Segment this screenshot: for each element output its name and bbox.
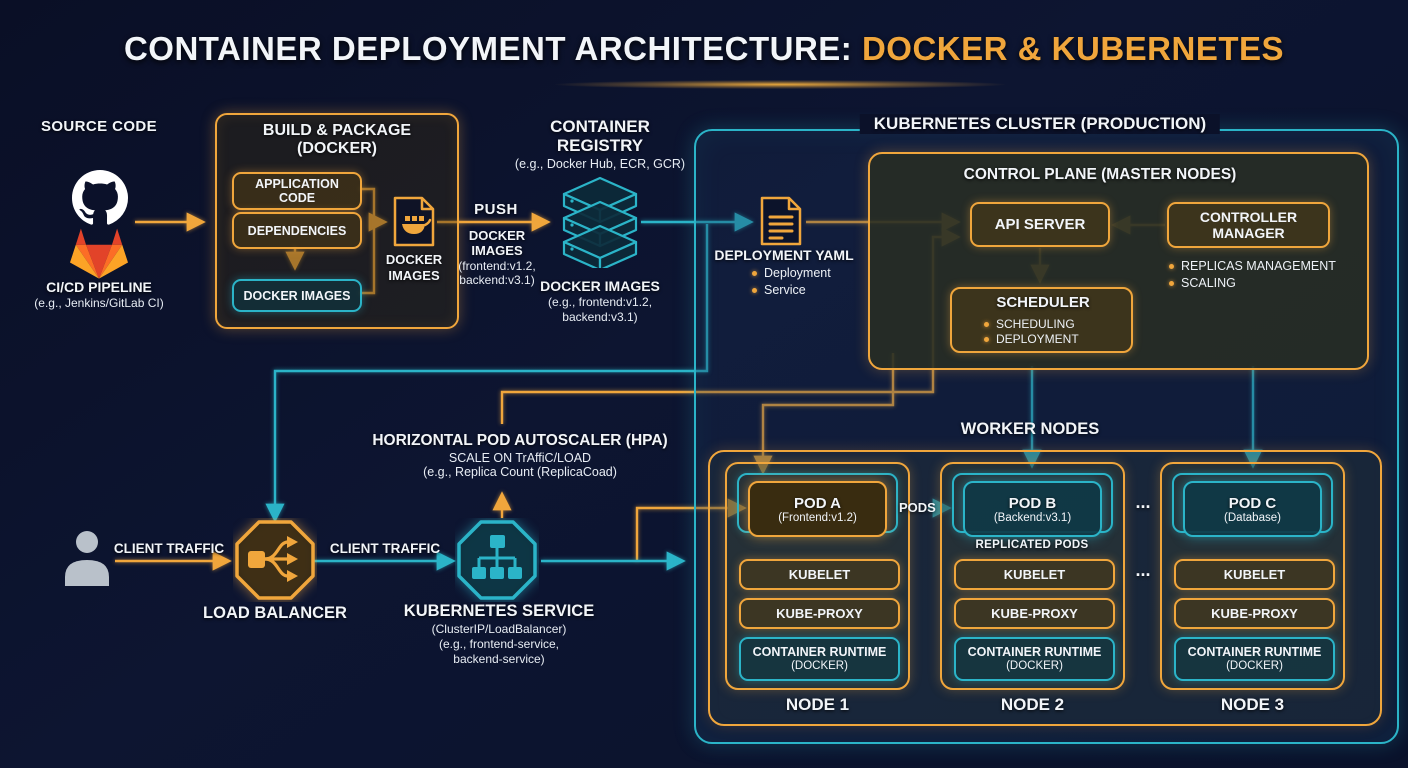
deployment-yaml-label: DEPLOYMENT YAML: [714, 247, 853, 263]
replicated-pods-label: REPLICATED PODS: [976, 539, 1089, 551]
runtime-sub: (DOCKER): [1226, 660, 1283, 674]
dependencies-box: DEPENDENCIES: [232, 212, 362, 249]
scheduler-bullets: SCHEDULING DEPLOYMENT: [984, 317, 1079, 349]
controller-manager-bullets: REPLICAS MANAGEMENT SCALING: [1169, 259, 1336, 293]
scheduler-box: SCHEDULER SCHEDULING DEPLOYMENT: [950, 287, 1133, 353]
worker-nodes-title: WORKER NODES: [961, 420, 1099, 439]
gitlab-icon: [68, 224, 130, 282]
bullet-dot: [752, 271, 757, 276]
cicd-pipeline-sub: (e.g., Jenkins/GitLab CI): [34, 296, 163, 310]
person-icon: [62, 530, 112, 586]
bullet-dot: [1169, 264, 1174, 269]
hpa-title: HORIZONTAL POD AUTOSCALER (HPA): [372, 432, 667, 450]
yaml-bullet: Deployment: [764, 266, 831, 280]
page-title-highlight: DOCKER & KUBERNETES: [862, 30, 1284, 67]
github-icon: [72, 170, 128, 226]
page-title: CONTAINER DEPLOYMENT ARCHITECTURE: DOCKE…: [124, 30, 1284, 68]
kubelet-box: KUBELET: [739, 559, 900, 590]
docker-image-file-icon: [392, 196, 436, 248]
docker-images-box: DOCKER IMAGES: [232, 279, 362, 312]
yaml-bullet: Service: [764, 283, 806, 297]
push-detail-sub: (frontend:v1.2, backend:v3.1): [458, 259, 535, 288]
cm-bullet: REPLICAS MANAGEMENT: [1181, 259, 1336, 273]
docker-images-output-label: DOCKER IMAGES: [386, 252, 442, 283]
registry-title: CONTAINER REGISTRY: [550, 117, 650, 155]
client-traffic-label-mid: CLIENT TRAFFIC: [330, 541, 440, 556]
kubelet-box: KUBELET: [954, 559, 1115, 590]
runtime-sub: (DOCKER): [1006, 660, 1063, 674]
registry-stack-icon: [558, 176, 642, 268]
kubelet-box: KUBELET: [1174, 559, 1335, 590]
kube-proxy-box: KUBE-PROXY: [739, 598, 900, 629]
kubernetes-service-icon: [455, 518, 539, 602]
title-glow-divider: [555, 80, 1005, 89]
application-code-box: APPLICATION CODE: [232, 172, 362, 210]
scheduler-bullet: SCHEDULING: [996, 317, 1075, 331]
pod-a-box: POD A (Frontend:v1.2): [748, 481, 887, 537]
worker-node-2: POD B (Backend:v3.1) KUBELET KUBE-PROXY …: [940, 462, 1125, 690]
client-traffic-label-left: CLIENT TRAFFIC: [114, 541, 224, 556]
hpa-line3: (e.g., Replica Count (ReplicaCoad): [423, 465, 617, 479]
container-runtime-box: CONTAINER RUNTIME (DOCKER): [739, 637, 900, 681]
yaml-bullets: Deployment Service: [752, 266, 831, 300]
pod-title: POD A: [794, 495, 841, 512]
api-server-box: API SERVER: [970, 202, 1110, 247]
node-label: NODE 2: [942, 695, 1123, 715]
load-balancer-icon: [233, 518, 317, 602]
cicd-pipeline-label: CI/CD PIPELINE: [46, 279, 152, 295]
pod-c-box: POD C (Database): [1183, 481, 1322, 537]
container-runtime-box: CONTAINER RUNTIME (DOCKER): [954, 637, 1115, 681]
worker-node-3: POD C (Database) KUBELET KUBE-PROXY CONT…: [1160, 462, 1345, 690]
bullet-dot: [1169, 281, 1174, 286]
pod-title: POD C: [1229, 495, 1277, 512]
yaml-file-icon: [758, 196, 804, 246]
runtime-title: CONTAINER RUNTIME: [968, 645, 1102, 660]
scheduler-bullet: DEPLOYMENT: [996, 332, 1079, 346]
registry-caption-title: DOCKER IMAGES: [540, 278, 660, 294]
worker-node-1: POD A (Frontend:v1.2) KUBELET KUBE-PROXY…: [725, 462, 910, 690]
kubernetes-service-sub: (ClusterIP/LoadBalancer) (e.g., frontend…: [432, 622, 567, 667]
pod-subtitle: (Backend:v3.1): [994, 512, 1071, 524]
scheduler-title: SCHEDULER: [996, 294, 1089, 311]
load-balancer-label: LOAD BALANCER: [203, 604, 347, 623]
pod-title: POD B: [1009, 495, 1057, 512]
runtime-title: CONTAINER RUNTIME: [1188, 645, 1322, 660]
pod-b-box: POD B (Backend:v3.1): [963, 481, 1102, 537]
push-label: PUSH: [474, 201, 518, 218]
diagram-canvas: CONTAINER DEPLOYMENT ARCHITECTURE: DOCKE…: [0, 0, 1408, 768]
cluster-title: KUBERNETES CLUSTER (PRODUCTION): [860, 114, 1220, 134]
pod-subtitle: (Database): [1224, 512, 1281, 524]
hpa-line2: SCALE ON TrAffiC/LOAD: [449, 451, 591, 465]
kubernetes-service-label: KUBERNETES SERVICE: [404, 602, 594, 621]
runtime-sub: (DOCKER): [791, 660, 848, 674]
ellipsis-top: ...: [1135, 492, 1150, 513]
runtime-title: CONTAINER RUNTIME: [753, 645, 887, 660]
kube-proxy-box: KUBE-PROXY: [954, 598, 1115, 629]
pod-subtitle: (Frontend:v1.2): [778, 512, 857, 524]
controller-manager-box: CONTROLLER MANAGER: [1167, 202, 1330, 248]
build-package-title: BUILD & PACKAGE (DOCKER): [222, 122, 452, 159]
container-runtime-box: CONTAINER RUNTIME (DOCKER): [1174, 637, 1335, 681]
push-detail-title: DOCKER IMAGES: [469, 229, 525, 259]
bullet-dot: [984, 337, 989, 342]
pods-label: PODS: [899, 500, 936, 515]
ellipsis-bottom: ...: [1135, 560, 1150, 581]
registry-subtitle: (e.g., Docker Hub, ECR, GCR): [515, 157, 685, 171]
registry-caption-sub: (e.g., frontend:v1.2, backend:v3.1): [548, 295, 652, 325]
page-title-prefix: CONTAINER DEPLOYMENT ARCHITECTURE:: [124, 30, 862, 67]
bullet-dot: [984, 322, 989, 327]
cm-bullet: SCALING: [1181, 276, 1236, 290]
kube-proxy-box: KUBE-PROXY: [1174, 598, 1335, 629]
node-label: NODE 3: [1162, 695, 1343, 715]
bullet-dot: [752, 288, 757, 293]
node-label: NODE 1: [727, 695, 908, 715]
control-plane-title: CONTROL PLANE (MASTER NODES): [964, 166, 1237, 184]
source-code-heading: SOURCE CODE: [41, 118, 157, 135]
